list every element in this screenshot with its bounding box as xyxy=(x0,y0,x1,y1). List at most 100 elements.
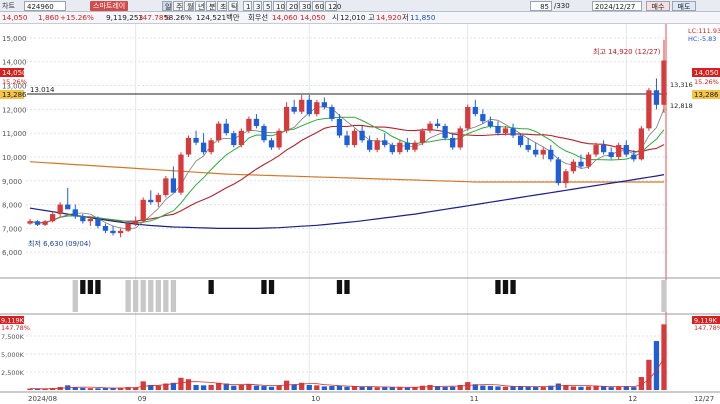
minute-button-30[interactable]: 30 xyxy=(299,1,311,11)
candle-body xyxy=(193,137,199,143)
volume-tick-label: 7,500K xyxy=(1,333,25,341)
candle-body xyxy=(450,137,456,148)
candle-body xyxy=(268,140,275,148)
candle-body xyxy=(502,128,509,134)
signal-bar-down xyxy=(208,280,214,294)
minute-button-10[interactable]: 10 xyxy=(273,1,285,11)
date-input[interactable]: 2024/12/27 xyxy=(592,1,642,11)
volume-bar xyxy=(517,386,524,390)
volume-bar xyxy=(465,382,471,390)
candle-body xyxy=(382,140,388,146)
volume-bar xyxy=(185,379,192,390)
price-change: 1,860 xyxy=(38,13,59,22)
candle-body xyxy=(299,99,305,112)
chart-window: 차트 424960 스마트레이 85 /330 2024/12/27 매수 매도… xyxy=(0,0,720,404)
candle-body xyxy=(608,152,614,157)
candle-body xyxy=(80,216,86,222)
volume-bar xyxy=(442,386,448,390)
candle-body xyxy=(465,106,471,129)
candle-body xyxy=(631,154,637,160)
date-tick-label: 10 xyxy=(311,395,320,403)
candle-body xyxy=(570,161,577,172)
volume-bar xyxy=(502,386,509,390)
count-input[interactable]: 85 xyxy=(530,1,552,11)
period-button-4[interactable]: 분 xyxy=(206,1,216,11)
volume-bar xyxy=(351,386,358,390)
volume-bar xyxy=(427,384,433,390)
candle-body xyxy=(208,140,214,153)
left-ref-tag-text: 13,286 xyxy=(2,91,27,99)
candle-body xyxy=(600,145,607,153)
candle-body xyxy=(185,137,192,155)
candle-body xyxy=(72,209,78,217)
moving-average-lines xyxy=(29,106,665,230)
volume-bar xyxy=(329,386,335,390)
volume-bar xyxy=(404,387,411,390)
candle-body xyxy=(548,149,554,160)
candle-body xyxy=(442,126,448,138)
minute-button-3[interactable]: 3 xyxy=(253,1,262,11)
minute-button-1[interactable]: 1 xyxy=(243,1,252,11)
minute-button-120[interactable]: 120 xyxy=(325,1,341,11)
candle-body xyxy=(555,159,561,184)
candles xyxy=(27,39,667,238)
volume-bar xyxy=(367,386,373,390)
volume-bar xyxy=(600,386,607,390)
low-label: 저 xyxy=(402,13,409,22)
volume-bar xyxy=(80,387,86,390)
candle-body xyxy=(351,130,358,146)
candle-body xyxy=(155,195,161,203)
sell-button[interactable]: 매도 xyxy=(672,1,696,11)
signal-bar-up xyxy=(133,280,139,312)
volume-bar xyxy=(389,387,395,390)
minute-button-60[interactable]: 60 xyxy=(312,1,324,11)
volume-bar xyxy=(578,386,584,390)
signal-bar-up xyxy=(140,280,146,312)
period-button-1[interactable]: 주 xyxy=(173,1,183,11)
ma60-line xyxy=(29,174,665,229)
candle-body xyxy=(253,118,260,126)
period-button-6[interactable]: 틱 xyxy=(228,1,238,11)
open-price: 12,010 xyxy=(340,13,366,22)
period-button-2[interactable]: 월 xyxy=(184,1,194,11)
buy-button[interactable]: 매수 xyxy=(646,1,670,11)
period-button-5[interactable]: 초 xyxy=(217,1,227,11)
stock-chart[interactable]: 13.014 최고 14,920 (12/27) 최저 6,630 (09/04… xyxy=(0,24,720,404)
right-price-tag-text: 14,050 xyxy=(694,69,719,77)
volume-bar xyxy=(608,387,614,390)
candle-body xyxy=(34,221,41,225)
reference-line-label: 13.014 xyxy=(30,86,55,94)
date-tick-label: 11 xyxy=(470,395,479,403)
candle-body xyxy=(593,145,599,155)
volume-bar xyxy=(306,384,312,390)
signal-bar-up xyxy=(163,280,169,312)
candle-body xyxy=(404,142,411,150)
mini-label-2: 12,818 xyxy=(670,102,693,110)
high-price: 14,920 xyxy=(376,13,402,22)
date-tick-label: 2024/08 xyxy=(28,395,57,403)
candle-body xyxy=(359,130,365,141)
minute-button-5[interactable]: 5 xyxy=(263,1,272,11)
volume-bar xyxy=(336,385,343,390)
left-price-pct: 15.26% xyxy=(2,78,27,86)
stock-code-input[interactable]: 424960 xyxy=(24,1,66,11)
period-button-0[interactable]: 일 xyxy=(162,1,172,11)
price-tick-label: 7,000 xyxy=(2,225,22,233)
price-tick-label: 6,000 xyxy=(2,249,22,257)
volume-bar xyxy=(95,388,101,390)
candle-body xyxy=(487,121,494,126)
volume-bar xyxy=(555,383,561,390)
right-ref-tag-text: 13,286 xyxy=(694,91,719,99)
candle-body xyxy=(585,154,592,167)
volume-bar xyxy=(525,386,531,390)
signal-bar-down xyxy=(268,280,275,294)
stock-name-badge[interactable]: 스마트레이 xyxy=(90,1,129,11)
minute-button-20[interactable]: 20 xyxy=(286,1,298,11)
volume-bar xyxy=(140,381,146,390)
high-label: 고 xyxy=(368,13,375,22)
candle-body xyxy=(178,154,184,193)
period-button-3[interactable]: 년 xyxy=(195,1,205,11)
candle-body xyxy=(344,135,350,146)
candle-body xyxy=(321,102,327,107)
left-price-tag-text: 14,050 xyxy=(2,69,27,77)
